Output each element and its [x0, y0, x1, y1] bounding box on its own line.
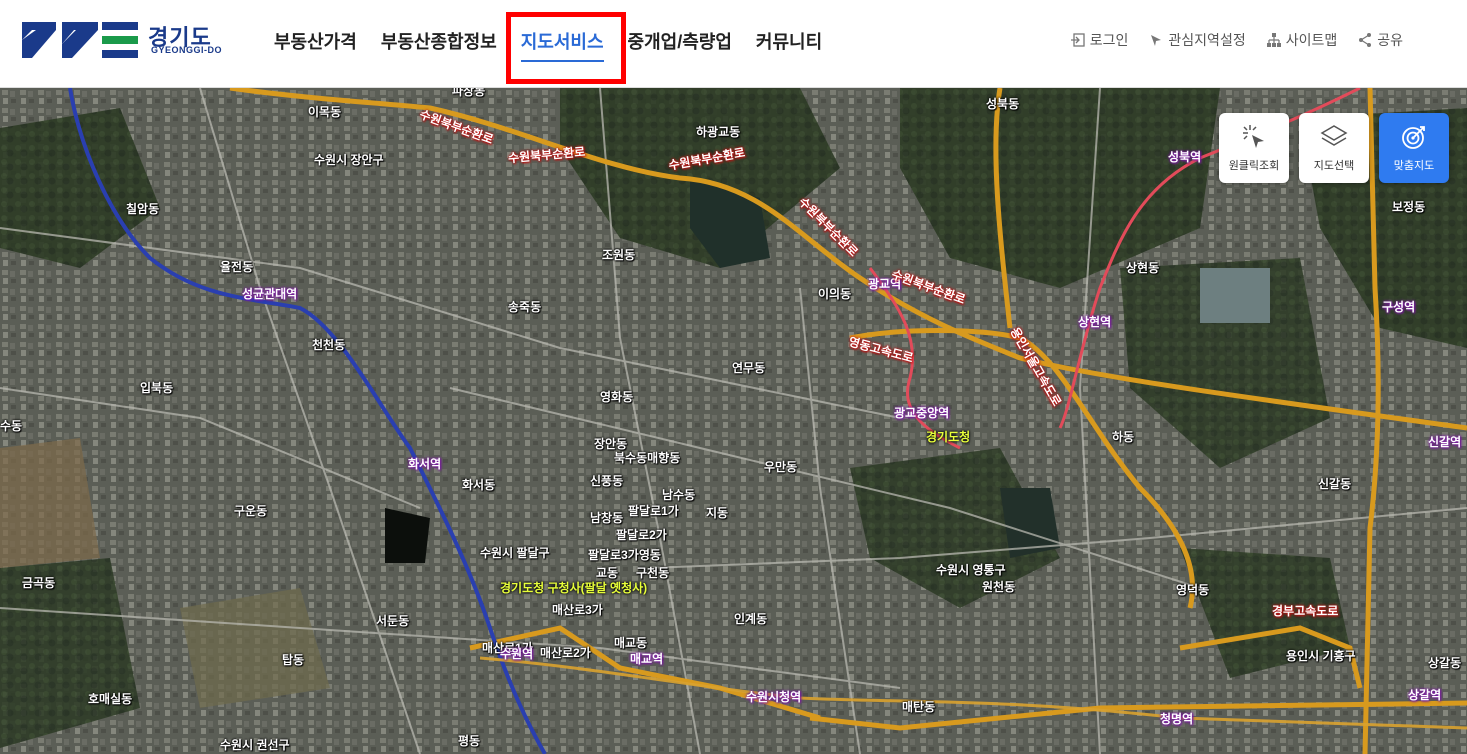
highlight-box	[506, 12, 626, 84]
nav-real-estate-price[interactable]: 부동산가격	[262, 28, 369, 58]
one-click-search-button[interactable]: 원클릭조회	[1219, 113, 1289, 183]
map-label: 금곡동	[22, 576, 56, 590]
station-label: 수원역	[500, 647, 534, 661]
map-label: 우만동	[764, 460, 798, 474]
map-label: 수원시 권선구	[220, 738, 290, 752]
map-label: 매탄동	[902, 700, 936, 714]
map-label: 보정동	[1392, 200, 1426, 214]
map-label: 서둔동	[376, 614, 410, 628]
station-label: 광교중앙역	[894, 406, 950, 420]
map-label: 매산로3가	[552, 603, 603, 617]
logo-subtitle: GYEONGGI-DO	[151, 45, 223, 55]
map-label: 남창동	[590, 511, 624, 525]
map-label: 조원동	[602, 248, 636, 262]
map-label: 원천동	[982, 580, 1016, 594]
gyeonggi-logo-mark-icon	[22, 22, 138, 58]
satellite-map[interactable]: 파장동 이목동 수원시 장안구 하광교동 성북동 칠암동 조원동 율전동 송죽동…	[0, 88, 1467, 754]
map-label: 용인시 기흥구	[1286, 649, 1356, 663]
station-label: 수원시청역	[746, 690, 802, 704]
interest-area-link[interactable]: 관심지역설정	[1148, 30, 1246, 50]
station-label: 성북역	[1168, 150, 1202, 164]
nav-community[interactable]: 커뮤니티	[744, 28, 834, 58]
map-label: 수원시 장안구	[314, 153, 384, 167]
map-label: 팔달로3가영동	[588, 548, 661, 562]
map-label: 화서동	[462, 478, 496, 492]
map-background	[0, 88, 1467, 754]
map-select-button[interactable]: 지도선택	[1299, 113, 1369, 183]
station-label: 상갈역	[1408, 688, 1442, 702]
map-label: 이의동	[818, 287, 852, 301]
map-label: 매교동	[614, 636, 648, 650]
map-label: 수원시 팔달구	[480, 546, 550, 560]
map-label: 율전동	[220, 260, 254, 274]
share-label: 공유	[1377, 32, 1403, 48]
map-label: 수동	[0, 419, 23, 433]
map-label: 영화동	[600, 390, 634, 404]
map-label: 칠암동	[126, 202, 160, 216]
station-label: 신갈역	[1428, 435, 1462, 449]
map-label: 호매실동	[88, 692, 133, 706]
pin-icon	[1151, 35, 1162, 46]
map-select-label: 지도선택	[1313, 160, 1355, 172]
login-icon	[1070, 33, 1085, 47]
map-label: 북수동매향동	[614, 451, 681, 465]
map-label: 신갈동	[1318, 477, 1352, 491]
map-label: 수원시 영통구	[936, 563, 1006, 577]
landmark-label: 경기도청 구청사(팔달 옛청사)	[500, 581, 648, 595]
map-label: 송죽동	[508, 300, 542, 314]
map-label: 팔달로2가	[616, 528, 667, 542]
map-label: 영덕동	[1176, 583, 1210, 597]
sitemap-label: 사이트맵	[1285, 32, 1338, 48]
map-label: 매산로2가	[540, 646, 591, 660]
nav-real-estate-info[interactable]: 부동산종합정보	[369, 28, 509, 58]
map-label: 탑동	[282, 653, 305, 667]
one-click-search-label: 원클릭조회	[1228, 160, 1280, 172]
sitemap-link[interactable]: 사이트맵	[1266, 30, 1338, 50]
utility-menu: 로그인 관심지역설정 사이트맵 공유	[1070, 30, 1403, 50]
station-label: 구성역	[1382, 300, 1416, 314]
map-label: 성북동	[986, 97, 1020, 111]
map-label: 신풍동	[590, 474, 624, 488]
share-link[interactable]: 공유	[1357, 30, 1403, 50]
sitemap-icon	[1266, 33, 1281, 47]
map-label: 팔달로1가	[628, 504, 679, 518]
map-label: 상갈동	[1428, 656, 1462, 670]
map-label: 파장동	[452, 88, 486, 98]
share-icon	[1359, 33, 1372, 47]
station-label: 화서역	[408, 457, 442, 471]
station-label: 상현역	[1078, 315, 1112, 329]
landmark-label: 경기도청	[926, 430, 971, 444]
layers-icon	[1320, 125, 1348, 146]
custom-map-label: 맞춤지도	[1393, 160, 1435, 172]
map-label: 연무동	[732, 361, 766, 375]
nav-brokerage-survey[interactable]: 중개업/측량업	[616, 28, 744, 58]
login-label: 로그인	[1089, 32, 1129, 48]
map-label: 입북동	[140, 381, 174, 395]
map-label: 천천동	[312, 338, 346, 352]
map-label: 남수동	[662, 488, 696, 502]
map-label: 지동	[706, 506, 729, 520]
map-label: 구운동	[234, 504, 268, 518]
map-label: 평동	[458, 734, 481, 748]
custom-map-button[interactable]: 맞춤지도	[1379, 113, 1449, 183]
map-label: 상현동	[1126, 261, 1160, 275]
station-label: 매교역	[630, 652, 664, 666]
road-label: 경부고속도로	[1272, 604, 1339, 618]
map-label: 인계동	[734, 612, 768, 626]
map-label: 하광교동	[696, 125, 741, 139]
click-icon	[1243, 125, 1264, 148]
map-label: 이목동	[308, 105, 342, 119]
interest-area-label: 관심지역설정	[1168, 32, 1246, 48]
map-label: 하동	[1112, 430, 1135, 444]
target-icon	[1402, 126, 1425, 149]
login-link[interactable]: 로그인	[1070, 30, 1129, 50]
top-header: 경기도 GYEONGGI-DO 부동산가격 부동산종합정보 지도서비스 중개업/…	[0, 0, 1467, 88]
station-label: 성균관대역	[242, 287, 298, 301]
station-label: 청명역	[1160, 712, 1194, 726]
